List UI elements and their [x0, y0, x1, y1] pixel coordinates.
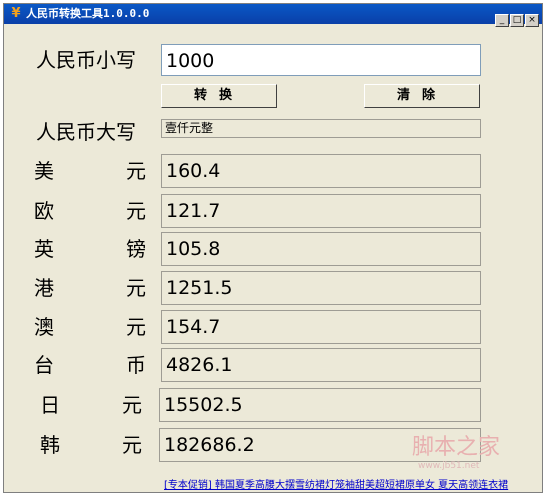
currency-gbp-label-2: 镑 — [126, 237, 146, 261]
currency-jpy-value: 15502.5 — [159, 388, 481, 422]
currency-usd-value: 160.4 — [161, 154, 481, 188]
title-bar[interactable]: ¥ 人民币转换工具1.0.0.0 _ □ × — [4, 4, 542, 27]
currency-hkd-label-2: 元 — [126, 276, 146, 300]
currency-gbp-value: 105.8 — [161, 232, 481, 266]
currency-hkd-value: 1251.5 — [161, 271, 481, 305]
currency-krw-label-1: 韩 — [40, 433, 60, 457]
currency-twd-label-1: 台 — [34, 353, 54, 377]
app-window: ¥ 人民币转换工具1.0.0.0 _ □ × 人民币小写 1000 转换 清除 人民… — [3, 3, 543, 493]
minimize-button[interactable]: _ — [495, 14, 509, 27]
currency-eur-label-1: 欧 — [34, 199, 54, 223]
window-title: 人民币转换工具1.0.0.0 — [26, 7, 150, 20]
currency-twd-value: 4826.1 — [161, 348, 481, 382]
currency-eur-value: 121.7 — [161, 194, 481, 228]
ad-link[interactable]: [专本促销] 韩国夏季高腰大摆雪纺裙灯笼袖甜美超短裙原单女 夏天高领连衣裙 — [164, 476, 508, 491]
yuan-app-icon: ¥ — [11, 6, 21, 21]
currency-aud-label-1: 澳 — [34, 315, 54, 339]
currency-gbp-label-1: 英 — [34, 237, 54, 261]
currency-usd-label-1: 美 — [34, 159, 54, 183]
currency-eur-label-2: 元 — [126, 199, 146, 223]
site-watermark: 脚本之家 www.jb51.net — [412, 429, 500, 471]
currency-hkd-label-1: 港 — [34, 276, 54, 300]
close-button[interactable]: × — [525, 14, 539, 27]
currency-usd-label-2: 元 — [126, 159, 146, 183]
currency-jpy-label-1: 日 — [40, 393, 60, 417]
rmb-lowercase-label: 人民币小写 — [36, 48, 136, 72]
currency-aud-label-2: 元 — [126, 315, 146, 339]
currency-twd-label-2: 币 — [126, 353, 146, 377]
rmb-lowercase-input[interactable]: 1000 — [161, 44, 481, 76]
currency-krw-label-2: 元 — [122, 433, 142, 457]
maximize-button[interactable]: □ — [510, 14, 524, 27]
currency-aud-value: 154.7 — [161, 310, 481, 344]
watermark-title: 脚本之家 — [412, 435, 501, 460]
watermark-url: www.jb51.net — [418, 461, 480, 471]
rmb-uppercase-field: 壹仟元整 — [161, 119, 481, 138]
convert-button[interactable]: 转换 — [161, 84, 277, 108]
currency-jpy-label-2: 元 — [122, 393, 142, 417]
clear-button[interactable]: 清除 — [364, 84, 480, 108]
rmb-uppercase-label: 人民币大写 — [36, 120, 136, 144]
